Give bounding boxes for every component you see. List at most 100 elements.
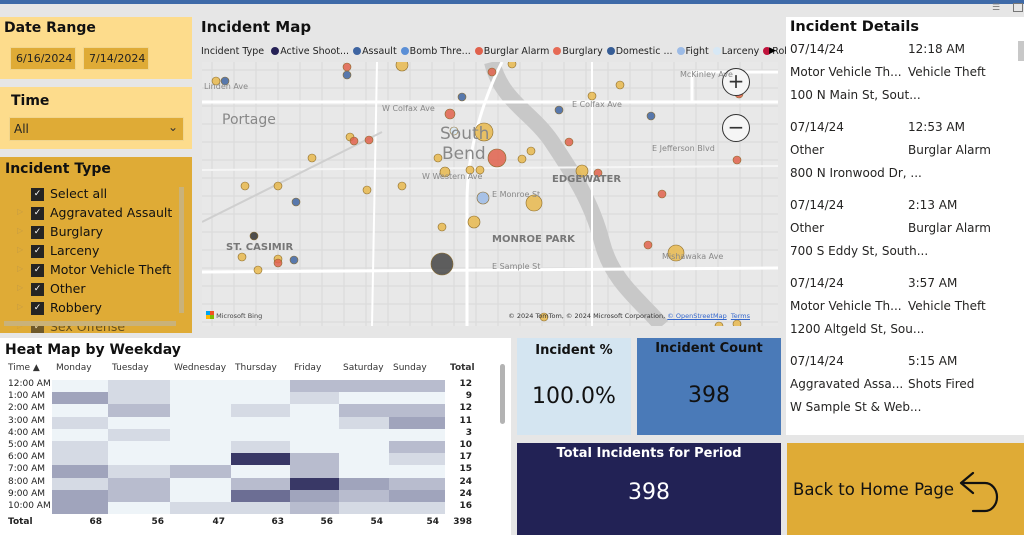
incident-detail-record[interactable]: 07/14/24 12:18 AM Motor Vehicle Th... Vehic… — [790, 42, 1010, 111]
terms-link[interactable]: Terms — [731, 312, 750, 320]
incident-type-horizontal-scrollbar[interactable] — [4, 321, 176, 326]
heat-time-header[interactable]: Time ▲ — [8, 363, 40, 373]
back-to-home-button[interactable]: Back to Home Page — [787, 443, 1024, 535]
incident-type-item[interactable]: ▷ ✓ Larceny — [0, 242, 185, 261]
heat-cell[interactable] — [231, 489, 290, 502]
heat-cell[interactable] — [389, 404, 445, 417]
heat-cell[interactable] — [170, 489, 231, 502]
openstreetmap-link[interactable]: © OpenStreetMap — [667, 312, 726, 320]
heat-cell[interactable] — [52, 489, 108, 502]
heat-cell[interactable] — [170, 477, 231, 490]
heat-cell[interactable] — [108, 502, 170, 515]
checkbox-checked-icon[interactable]: ✓ — [31, 226, 44, 239]
legend-item[interactable]: Larceny — [712, 46, 759, 57]
heat-cell[interactable] — [290, 380, 339, 393]
heat-cell[interactable] — [170, 441, 231, 454]
checkbox-checked-icon[interactable]: ✓ — [31, 302, 44, 315]
checkbox-checked-icon[interactable]: ✓ — [31, 283, 44, 296]
incident-type-item[interactable]: ▷ ✓ Burglary — [0, 223, 185, 242]
heat-cell[interactable] — [389, 453, 445, 466]
legend-next-arrow-icon[interactable]: ▶ — [769, 46, 776, 56]
heat-cell[interactable] — [339, 441, 389, 454]
heat-cell[interactable] — [339, 392, 389, 405]
heat-cell[interactable] — [339, 502, 389, 515]
heat-cell[interactable] — [231, 404, 290, 417]
heat-cell[interactable] — [52, 404, 108, 417]
legend-item[interactable]: Domestic ... — [606, 46, 673, 57]
heat-column-header[interactable]: Friday — [294, 363, 321, 373]
heat-cell[interactable] — [108, 441, 170, 454]
heat-cell[interactable] — [339, 428, 389, 441]
heat-cell[interactable] — [108, 380, 170, 393]
expand-icon[interactable]: ▷ — [17, 226, 23, 235]
legend-item[interactable]: Fight — [676, 46, 709, 57]
expand-icon[interactable]: ▷ — [17, 207, 23, 216]
legend-item[interactable]: Active Shoot... — [271, 46, 349, 57]
incident-type-vertical-scrollbar[interactable] — [179, 187, 184, 313]
map-canvas[interactable]: + − Microsoft Bing © 2024 TomTom, © 2024… — [202, 62, 778, 326]
heat-cell[interactable] — [339, 380, 389, 393]
heat-cell[interactable] — [231, 428, 290, 441]
heat-column-header[interactable]: Saturday — [343, 363, 384, 373]
heat-cell[interactable] — [389, 428, 445, 441]
heat-cell[interactable] — [339, 489, 389, 502]
heat-cell[interactable] — [339, 465, 389, 478]
heat-cell[interactable] — [108, 404, 170, 417]
heat-column-header[interactable]: Tuesday — [112, 363, 149, 373]
heat-cell[interactable] — [170, 428, 231, 441]
heat-cell[interactable] — [389, 392, 445, 405]
heat-cell[interactable] — [170, 380, 231, 393]
heat-cell[interactable] — [170, 392, 231, 405]
heat-cell[interactable] — [231, 441, 290, 454]
heat-cell[interactable] — [231, 380, 290, 393]
focus-mode-icon[interactable] — [1013, 3, 1023, 12]
heat-cell[interactable] — [339, 477, 389, 490]
heat-cell[interactable] — [389, 380, 445, 393]
heat-cell[interactable] — [389, 465, 445, 478]
heat-cell[interactable] — [170, 404, 231, 417]
heat-cell[interactable] — [290, 453, 339, 466]
expand-icon[interactable]: ▷ — [17, 283, 23, 292]
heat-cell[interactable] — [389, 416, 445, 429]
heat-cell[interactable] — [108, 489, 170, 502]
heat-cell[interactable] — [231, 465, 290, 478]
heat-cell[interactable] — [290, 392, 339, 405]
legend-item[interactable]: Bomb Thre... — [400, 46, 471, 57]
heat-cell[interactable] — [339, 404, 389, 417]
expand-icon[interactable]: ▷ — [17, 245, 23, 254]
expand-icon[interactable]: ▷ — [17, 302, 23, 311]
incident-detail-record[interactable]: 07/14/24 12:53 AM Other Burglar Alarm 800 N … — [790, 120, 1010, 189]
details-scrollbar[interactable] — [1018, 41, 1024, 61]
heat-map-scrollbar[interactable] — [500, 364, 505, 424]
checkbox-checked-icon[interactable]: ✓ — [31, 264, 44, 277]
heat-cell[interactable] — [389, 489, 445, 502]
heat-column-header[interactable]: Wednesday — [174, 363, 226, 373]
heat-cell[interactable] — [389, 441, 445, 454]
heat-cell[interactable] — [290, 465, 339, 478]
heat-cell[interactable] — [231, 477, 290, 490]
heat-cell[interactable] — [389, 502, 445, 515]
incident-detail-record[interactable]: 07/14/24 2:13 AM Other Burglar Alarm 700 S E… — [790, 198, 1010, 267]
incident-type-item[interactable]: ▷ ✓ Motor Vehicle Theft — [0, 261, 185, 280]
heat-column-header[interactable]: Thursday — [235, 363, 277, 373]
heat-cell[interactable] — [170, 453, 231, 466]
heat-cell[interactable] — [52, 453, 108, 466]
heat-cell[interactable] — [290, 502, 339, 515]
heat-cell[interactable] — [108, 465, 170, 478]
heat-cell[interactable] — [290, 404, 339, 417]
incident-type-item[interactable]: ✓ Select all — [0, 185, 185, 204]
heat-cell[interactable] — [52, 477, 108, 490]
heat-cell[interactable] — [52, 465, 108, 478]
incident-type-item[interactable]: ▷ ✓ Robbery — [0, 299, 185, 318]
checkbox-checked-icon[interactable]: ✓ — [31, 188, 44, 201]
heat-cell[interactable] — [339, 416, 389, 429]
heat-cell[interactable] — [170, 502, 231, 515]
expand-icon[interactable]: ▷ — [17, 264, 23, 273]
heat-cell[interactable] — [389, 477, 445, 490]
end-date-input[interactable]: 7/14/2024 — [83, 47, 149, 70]
heat-cell[interactable] — [231, 416, 290, 429]
checkbox-checked-icon[interactable]: ✓ — [31, 245, 44, 258]
incident-type-item[interactable]: ▷ ✓ Other — [0, 280, 185, 299]
heat-cell[interactable] — [290, 441, 339, 454]
heat-cell[interactable] — [231, 453, 290, 466]
